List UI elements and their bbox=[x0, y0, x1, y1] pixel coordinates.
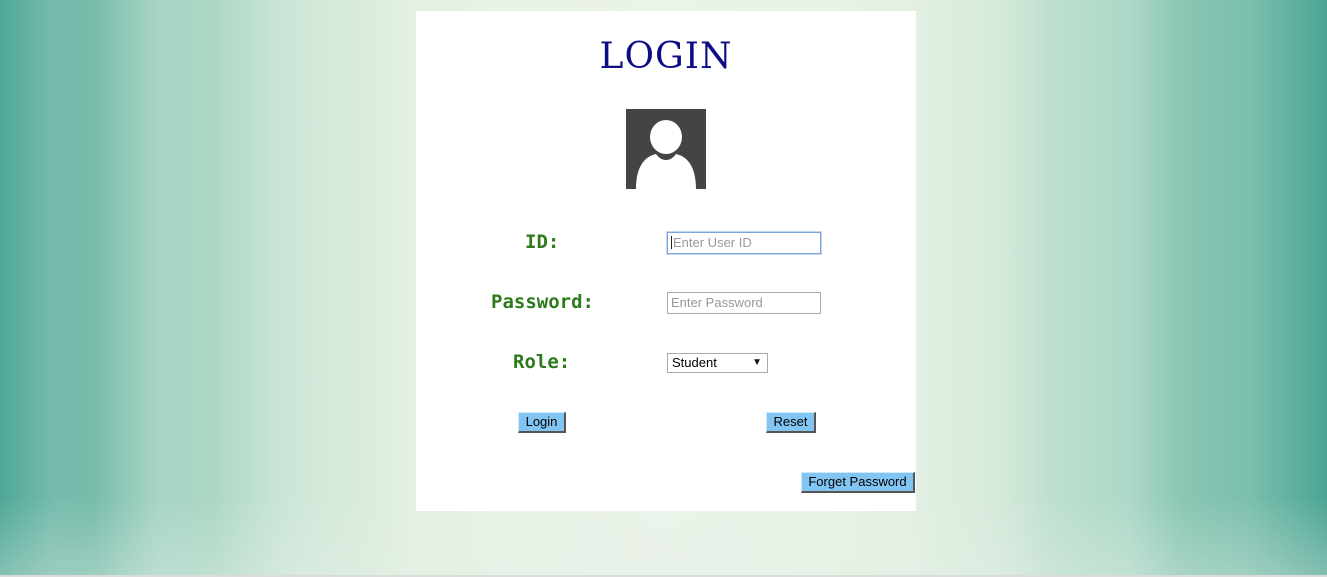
password-label: Password: bbox=[491, 291, 594, 313]
forget-password-button[interactable]: Forget Password bbox=[801, 472, 915, 493]
page-title: LOGIN bbox=[599, 36, 733, 77]
text-caret bbox=[671, 236, 672, 249]
role-select[interactable]: Student ▼ bbox=[667, 353, 768, 373]
user-id-placeholder: Enter User ID bbox=[673, 235, 752, 250]
user-id-input[interactable]: Enter User ID bbox=[667, 232, 821, 254]
login-button[interactable]: Login bbox=[518, 412, 566, 433]
id-label: ID: bbox=[525, 231, 560, 253]
role-selected-value: Student bbox=[672, 355, 717, 370]
role-label: Role: bbox=[513, 351, 571, 373]
login-panel: LOGIN ID: Enter User ID Password: Enter … bbox=[416, 11, 916, 511]
password-input[interactable]: Enter Password bbox=[667, 292, 821, 314]
user-silhouette-icon bbox=[626, 109, 706, 189]
reset-button[interactable]: Reset bbox=[766, 412, 816, 433]
triangle-down-icon: ▼ bbox=[752, 357, 762, 368]
page-background: { "login": { "title": "LOGIN", "avatar_i… bbox=[0, 0, 1327, 577]
password-placeholder: Enter Password bbox=[671, 295, 763, 310]
